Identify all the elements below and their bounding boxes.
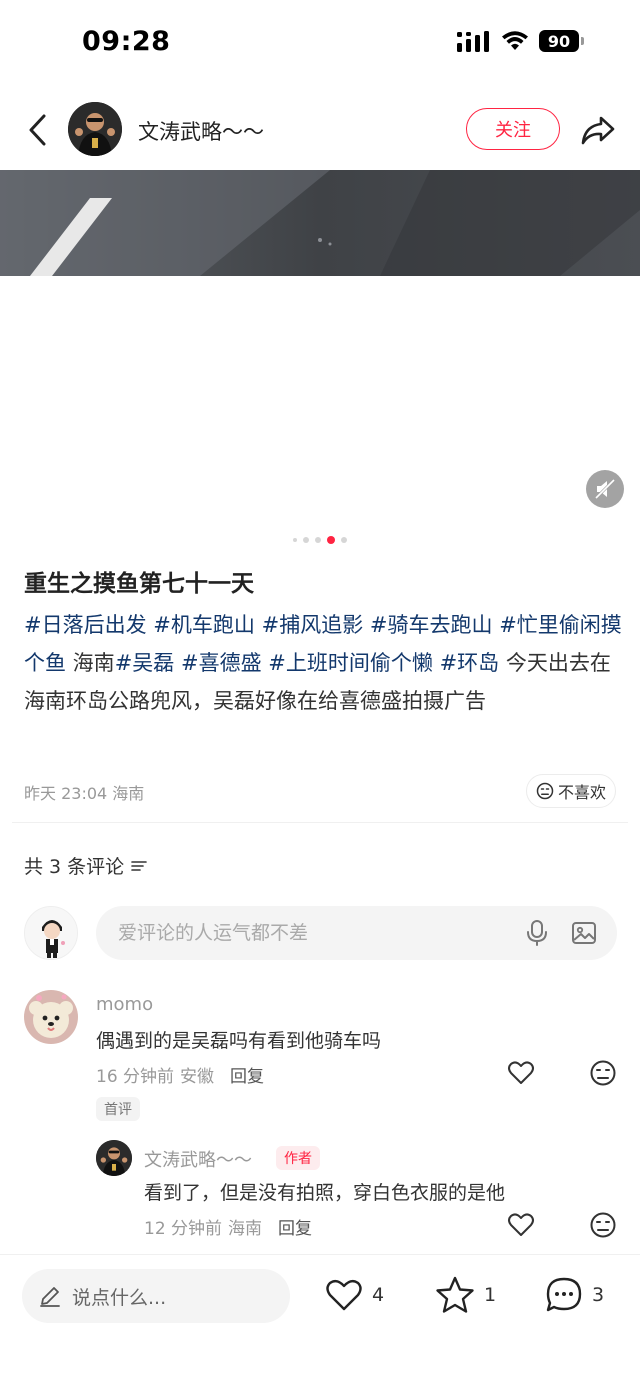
my-avatar: [24, 906, 78, 960]
reply-dislike-button[interactable]: [588, 1210, 618, 1240]
share-button[interactable]: [576, 108, 620, 152]
hashtag[interactable]: #日落后出发: [24, 613, 147, 637]
collect-count: 1: [484, 1284, 497, 1306]
media-loading-area: [0, 276, 640, 526]
image-icon[interactable]: [570, 919, 598, 947]
heart-icon: [508, 1213, 534, 1236]
microphone-icon[interactable]: [524, 919, 550, 947]
hashtag[interactable]: #上班时间偷个懒: [268, 651, 433, 675]
reply-like-button[interactable]: [506, 1210, 536, 1240]
hashtag[interactable]: #环岛: [440, 651, 500, 675]
comment-count-number: 3: [592, 1284, 605, 1306]
author-name[interactable]: 文涛武略～～: [138, 116, 264, 146]
say-something-placeholder: 说点什么...: [72, 1286, 167, 1309]
status-icons: 90: [457, 30, 584, 52]
note-title: 重生之摸鱼第七十一天: [24, 571, 254, 597]
share-icon: [581, 116, 615, 145]
carousel-dot-active: [327, 536, 335, 544]
reply-button[interactable]: 回复: [230, 1062, 264, 1087]
carousel-dot: [293, 538, 297, 542]
hashtag[interactable]: #捕风追影: [262, 613, 364, 637]
wifi-icon: [502, 31, 528, 50]
pencil-icon: [40, 1287, 60, 1307]
my-avatar-image: [25, 907, 77, 959]
status-time: 09:28: [82, 26, 171, 57]
body-text: [433, 651, 440, 675]
say-something-input[interactable]: 说点什么...: [22, 1269, 290, 1323]
speaker-muted-icon: [594, 478, 616, 500]
battery-cap: [581, 37, 584, 45]
note-media[interactable]: [0, 170, 640, 276]
note-meta: 昨天 23:04 海南: [24, 784, 145, 803]
heart-icon: [326, 1279, 362, 1311]
mute-button[interactable]: [586, 470, 624, 508]
note-header: 文涛武略～～ 关注: [0, 92, 640, 168]
back-button[interactable]: [18, 110, 58, 150]
commenter-avatar[interactable]: [24, 990, 78, 1044]
reply-author-avatar[interactable]: [96, 1140, 132, 1176]
hashtag[interactable]: #吴磊: [115, 651, 175, 675]
star-icon: [436, 1276, 474, 1313]
carousel-dot: [315, 537, 321, 543]
battery-indicator: 90: [539, 30, 584, 52]
note-body: #日落后出发 #机车跑山 #捕风追影 #骑车去跑山 #忙里偷闲摸个鱼 海南#吴磊…: [24, 606, 624, 720]
reply-meta: 12 分钟前 海南 回复: [144, 1214, 312, 1239]
comment-like-button[interactable]: [506, 1058, 536, 1088]
body-text: 海南: [66, 651, 115, 675]
road-photo: [0, 170, 640, 276]
follow-button[interactable]: 关注: [466, 108, 560, 150]
comment-meta: 16 分钟前 安徽 回复: [96, 1062, 264, 1087]
author-avatar[interactable]: [68, 102, 122, 156]
bottom-action-bar: 说点什么... 4 1 3: [0, 1254, 640, 1388]
battery-level: 90: [539, 30, 579, 52]
comment-count[interactable]: 共 3 条评论: [24, 852, 148, 879]
status-bar: 09:28 90: [0, 0, 640, 88]
reply-time: 12 分钟前: [144, 1219, 223, 1239]
chat-bubble-icon: [546, 1277, 582, 1312]
comment-time: 16 分钟前: [96, 1067, 175, 1087]
frown-face-icon: [536, 782, 554, 800]
comment-dislike-button[interactable]: [588, 1058, 618, 1088]
carousel-dot: [303, 537, 309, 543]
author-avatar-image: [68, 102, 122, 156]
comment-count-label: 共 3 条评论: [24, 856, 125, 878]
like-count: 4: [372, 1284, 385, 1306]
body-text: [363, 613, 370, 637]
dislike-button[interactable]: 不喜欢: [526, 774, 616, 808]
like-button[interactable]: 4: [324, 1275, 384, 1315]
reply-location: 海南: [228, 1219, 263, 1239]
comment-input-box[interactable]: [96, 906, 617, 960]
cellular-signal-icon: [457, 31, 489, 52]
reply-text[interactable]: 看到了，但是没有拍照，穿白色衣服的是他: [144, 1178, 505, 1205]
hashtag[interactable]: #机车跑山: [153, 613, 255, 637]
heart-icon: [508, 1061, 534, 1084]
comment-text[interactable]: 偶遇到的是吴磊吗有看到他骑车吗: [96, 1026, 381, 1053]
dog-avatar-image: [24, 990, 78, 1044]
first-comment-badge: 首评: [96, 1097, 140, 1121]
chevron-left-icon: [29, 114, 46, 146]
reply-author-name[interactable]: 文涛武略～～: [144, 1146, 252, 1172]
divider: [12, 822, 628, 823]
reply-button[interactable]: 回复: [278, 1214, 312, 1239]
carousel-dot: [341, 537, 347, 543]
author-avatar-image: [96, 1140, 132, 1176]
comment-button[interactable]: 3: [544, 1275, 604, 1315]
sort-icon: [131, 860, 147, 871]
frown-face-icon: [590, 1060, 616, 1086]
body-text: [255, 613, 262, 637]
comment-location: 安徽: [180, 1067, 215, 1087]
commenter-name[interactable]: momo: [96, 994, 153, 1015]
collect-button[interactable]: 1: [434, 1275, 496, 1315]
body-text: [174, 651, 181, 675]
carousel-indicator: [0, 536, 640, 544]
frown-face-icon: [590, 1212, 616, 1238]
hashtag[interactable]: #喜德盛: [181, 651, 262, 675]
dislike-label: 不喜欢: [557, 783, 606, 802]
comment-input[interactable]: [118, 906, 498, 960]
hashtag[interactable]: #骑车去跑山: [370, 613, 493, 637]
author-badge: 作者: [276, 1146, 320, 1170]
